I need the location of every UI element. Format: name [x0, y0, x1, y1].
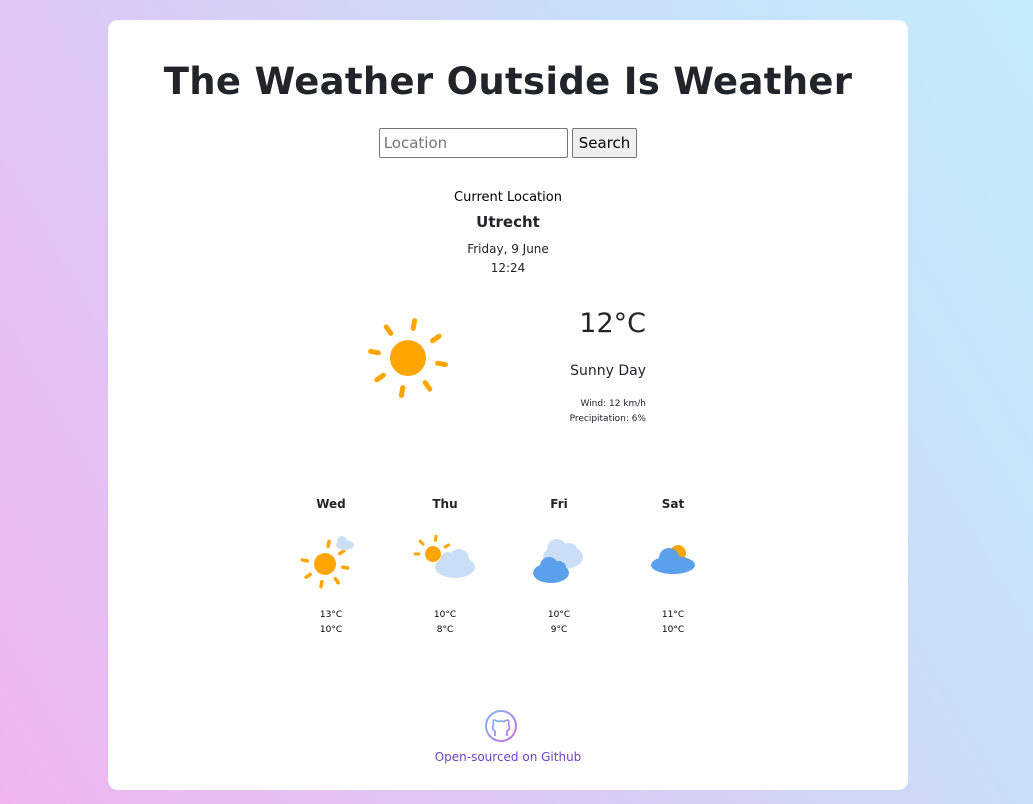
cloud-sun-behind-icon	[651, 545, 695, 574]
forecast-day-name: Wed	[316, 497, 346, 511]
search-bar: Search	[108, 128, 908, 158]
forecast-high: 10°C	[433, 610, 457, 620]
forecast-day: Fri 10°C 9°C	[504, 494, 614, 638]
github-icon[interactable]	[484, 709, 518, 743]
forecast-high: 11°C	[661, 610, 685, 620]
forecast-low: 9°C	[550, 625, 568, 635]
forecast-high: 10°C	[547, 610, 571, 620]
forecast-low: 10°C	[661, 625, 685, 635]
forecast-day: Thu 10°C 8°C	[390, 494, 500, 638]
search-button[interactable]: Search	[571, 128, 638, 158]
forecast-day: Wed 13°C 10°C	[276, 494, 386, 638]
sun-small-cloud-icon	[300, 536, 354, 589]
github-link[interactable]: Open-sourced on Github	[108, 750, 908, 764]
forecast-high: 13°C	[319, 610, 343, 620]
sun-cloud-icon	[413, 534, 475, 578]
page-title: The Weather Outside Is Weather	[163, 60, 853, 103]
location-search-input[interactable]	[378, 128, 568, 158]
current-temperature: 12°C	[579, 308, 646, 339]
current-location-label: Current Location	[454, 190, 562, 205]
forecast-list: Wed 13°C 10°C Thu 10°C 8°C Fri 10°C 9°C …	[108, 494, 908, 644]
sun-icon	[368, 318, 448, 398]
current-condition: Sunny Day	[570, 363, 646, 379]
forecast-low: 8°C	[436, 625, 454, 635]
forecast-day: Sat 11°C 10°C	[618, 494, 728, 638]
current-city: Utrecht	[476, 213, 540, 231]
forecast-day-name: Fri	[550, 497, 568, 511]
forecast-low: 10°C	[319, 625, 343, 635]
current-time: 12:24	[490, 261, 526, 275]
forecast-day-name: Thu	[432, 497, 458, 511]
cloudy-icon	[533, 539, 583, 583]
weather-card: The Weather Outside Is Weather Search Cu…	[108, 20, 908, 790]
forecast-day-name: Sat	[661, 497, 685, 511]
current-precipitation: Precipitation: 6%	[569, 414, 646, 424]
current-wind: Wind: 12 km/h	[580, 399, 646, 409]
current-date: Friday, 9 June	[467, 242, 549, 256]
